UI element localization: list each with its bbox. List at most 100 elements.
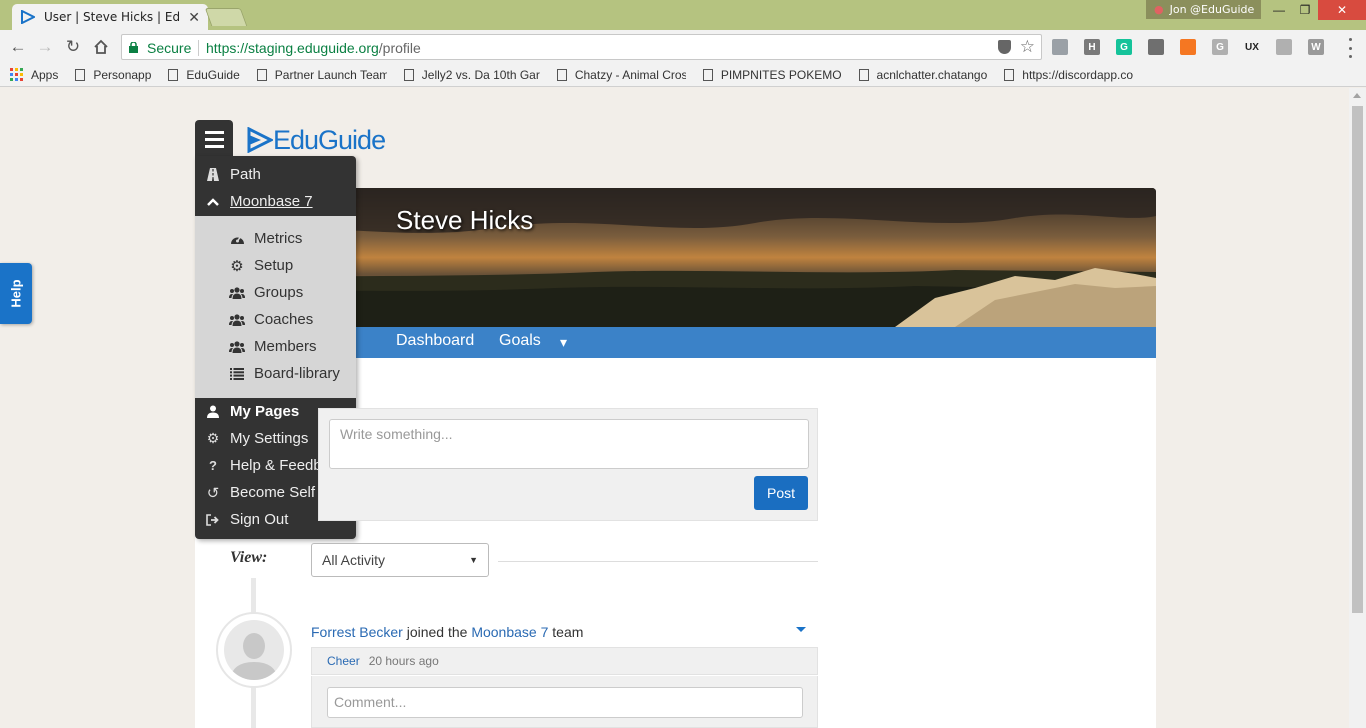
bookmark-label: Apps [31, 67, 59, 82]
scrollbar-thumb[interactable] [1352, 106, 1363, 613]
bookmark-label: Partner Launch Team [274, 67, 387, 82]
bookmark-item[interactable]: acnlchatter.chatango [858, 68, 987, 82]
gear-icon: ⚙ [230, 257, 244, 275]
reload-icon[interactable]: ↻ [62, 36, 84, 58]
profile-icon: ● [1154, 3, 1164, 16]
dashboard-icon [229, 231, 245, 247]
page-icon [168, 68, 179, 81]
undo-icon: ↺ [206, 484, 220, 502]
sign-out-icon [205, 512, 221, 528]
activity-suffix: team [548, 624, 584, 640]
new-tab-button[interactable] [204, 8, 248, 26]
profile-name-heading: Steve Hicks [396, 205, 534, 235]
avatar-placeholder-icon [224, 620, 284, 680]
comment-area [311, 676, 818, 728]
browser-profile-chip[interactable]: ● Jon @EduGuide [1146, 0, 1261, 19]
view-filter-select[interactable]: All Activity ▼ [311, 543, 489, 577]
activity-timestamp: 20 hours ago [368, 654, 439, 668]
bookmark-item[interactable]: Jelly2 vs. Da 10th Gar [403, 68, 540, 82]
submenu-item-metrics[interactable]: Metrics [229, 230, 302, 247]
omnibox-separator [198, 40, 199, 56]
eduguide-logo[interactable]: EduGuide [247, 124, 386, 156]
browser-menu-icon[interactable] [1341, 38, 1359, 58]
page-icon [858, 68, 869, 81]
post-input[interactable] [329, 419, 809, 469]
menu-item-path[interactable]: Path [205, 166, 261, 183]
home-icon[interactable] [90, 36, 112, 58]
close-window-button[interactable]: ✕ [1318, 0, 1366, 20]
menu-item-moonbase-label: Moonbase 7 [230, 193, 313, 210]
hamburger-menu-button[interactable] [195, 120, 233, 158]
browser-profile-name: Jon @EduGuide [1169, 3, 1255, 16]
help-tab-button[interactable]: Help [0, 263, 32, 324]
camera-icon[interactable] [1148, 39, 1164, 55]
menu-item-my-settings[interactable]: ⚙ My Settings [205, 430, 309, 447]
secure-label: Secure [147, 40, 192, 56]
activity-options-icon[interactable] [796, 627, 806, 632]
bookmark-item[interactable]: EduGuide [168, 67, 240, 82]
h-icon[interactable]: H [1084, 39, 1100, 55]
menu-item-moonbase-7[interactable]: Moonbase 7 [205, 193, 313, 210]
page-icon [556, 68, 567, 81]
submenu-item-label: Board-library [254, 365, 340, 382]
tab-goals[interactable]: Goals [499, 332, 541, 350]
restore-button[interactable]: ❐ [1292, 0, 1318, 20]
bookmark-item[interactable]: Personapp [75, 68, 151, 82]
globe-icon[interactable] [1052, 39, 1068, 55]
bookmark-apps[interactable]: Apps [10, 68, 58, 82]
browser-tab[interactable]: User | Steve Hicks | EduG ✕ [12, 4, 208, 30]
bookmark-star-icon[interactable]: ☆ [1020, 37, 1035, 57]
close-tab-icon[interactable]: ✕ [188, 9, 200, 26]
cheer-link[interactable]: Cheer [327, 654, 360, 668]
menu-item-label: My Settings [230, 430, 309, 447]
forward-arrow-icon[interactable]: → [34, 36, 56, 58]
lock-icon [129, 41, 138, 53]
ux-icon[interactable]: UX [1244, 39, 1260, 55]
post-button[interactable]: Post [754, 476, 808, 510]
eduguide-logo-icon [247, 127, 273, 153]
hubspot-icon[interactable] [1180, 39, 1196, 55]
cogs-icon: ⚙ [206, 430, 220, 446]
bookmark-item[interactable]: Partner Launch Team [256, 67, 387, 82]
submenu-item-groups[interactable]: Groups [229, 284, 303, 301]
address-bar[interactable]: Secure https://staging.eduguide.org/prof… [121, 34, 1042, 60]
menu-item-become-self[interactable]: ↺ Become Self [205, 484, 316, 502]
bookmark-item[interactable]: Chatzy - Animal Cros [556, 68, 686, 82]
bookmark-item[interactable]: PIMPNITES POKEMO [702, 68, 842, 82]
minimize-button[interactable]: ― [1266, 0, 1292, 20]
apps-grid-icon [10, 68, 23, 81]
tab-dashboard[interactable]: Dashboard [396, 332, 474, 350]
user-icon [205, 404, 221, 420]
comment-input[interactable] [327, 687, 803, 718]
logo-text: EduGuide [273, 124, 386, 155]
bookmark-label: EduGuide [186, 67, 240, 82]
back-arrow-icon[interactable]: ← [7, 36, 29, 58]
eduguide-favicon-icon [20, 9, 36, 25]
menu-item-label: Become Self [230, 484, 316, 501]
post-composer [318, 408, 818, 521]
menu-item-my-pages[interactable]: My Pages [205, 403, 299, 420]
g-icon[interactable]: G [1212, 39, 1228, 55]
submenu-item-coaches[interactable]: Coaches [229, 311, 313, 328]
page-icon [702, 68, 713, 81]
w-icon[interactable]: W [1308, 39, 1324, 55]
scroll-up-icon[interactable] [1353, 93, 1361, 98]
activity-target-link[interactable]: Moonbase 7 [471, 624, 548, 640]
record-icon[interactable] [1276, 39, 1292, 55]
extension-shield-icon[interactable] [998, 40, 1011, 54]
tab-title: User | Steve Hicks | EduG [44, 10, 179, 24]
activity-actor-link[interactable]: Forrest Becker [311, 624, 403, 640]
divider [498, 561, 818, 562]
menu-item-sign-out[interactable]: Sign Out [205, 511, 288, 528]
activity-verb: joined the [402, 624, 472, 640]
grammarly-icon[interactable]: G [1116, 39, 1132, 55]
tabs-dropdown-icon[interactable]: ▾ [560, 334, 567, 351]
avatar[interactable] [216, 612, 292, 688]
select-caret-icon: ▼ [469, 555, 478, 565]
submenu-item-board-library[interactable]: Board-library [229, 365, 340, 382]
page-scrollbar[interactable] [1349, 88, 1366, 728]
users-icon [229, 339, 245, 355]
submenu-item-setup[interactable]: ⚙ Setup [229, 257, 293, 275]
submenu-item-members[interactable]: Members [229, 338, 317, 355]
bookmark-item[interactable]: https://discordapp.co [1004, 68, 1133, 82]
